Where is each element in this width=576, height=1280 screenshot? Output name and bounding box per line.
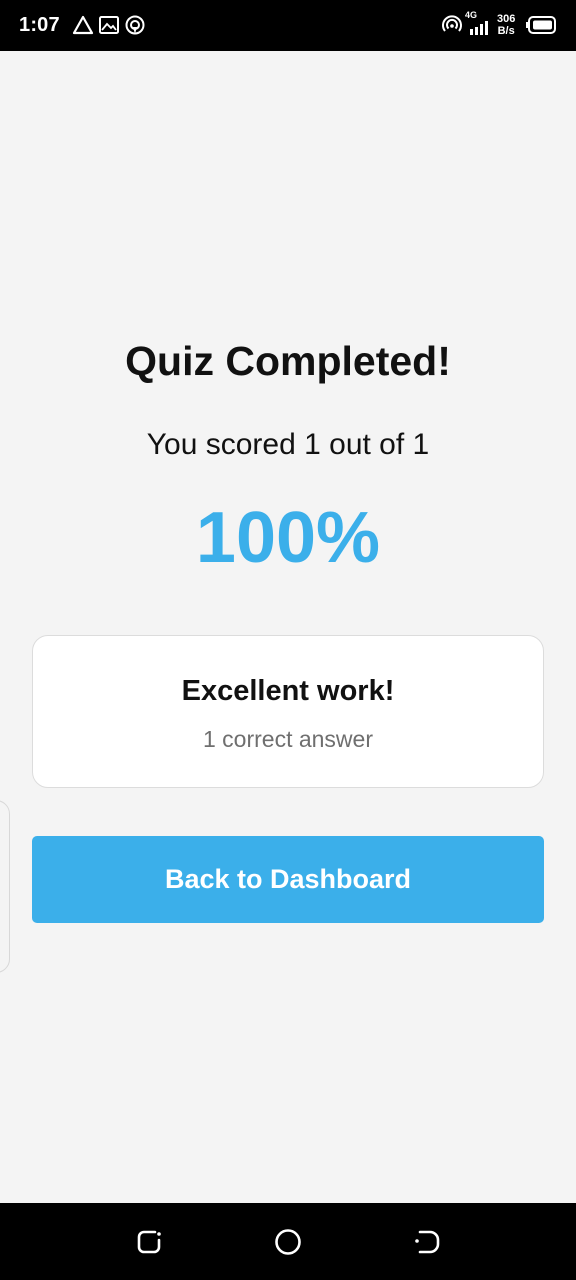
network-type: 4G (465, 10, 478, 20)
notification-icons (72, 14, 146, 41)
system-nav-bar (0, 1203, 576, 1280)
feedback-subtext: 1 correct answer (202, 726, 373, 752)
score-summary: You scored 1 out of 1 (146, 428, 430, 461)
recent-apps-icon[interactable] (135, 1227, 165, 1257)
network-speed-unit: B/s (497, 25, 515, 37)
page-title: Quiz Completed! (125, 338, 451, 384)
network-speed-value: 306 (497, 13, 516, 25)
score-percentage: 100% (195, 498, 381, 578)
back-icon[interactable] (412, 1227, 442, 1257)
feedback-heading: Excellent work! (181, 675, 395, 707)
image-icon (98, 15, 120, 40)
feedback-card: Excellent work! 1 correct answer (32, 635, 544, 788)
status-bar: 1:07 4G 306 B/s (0, 0, 576, 51)
alert-triangle-icon (72, 15, 94, 40)
hotspot-icon (441, 14, 463, 41)
signal-icon (470, 21, 490, 40)
hotspot-icon (124, 14, 146, 41)
home-icon[interactable] (273, 1227, 303, 1257)
status-time: 1:07 (19, 14, 60, 36)
back-to-dashboard-button[interactable]: Back to Dashboard (32, 836, 544, 923)
battery-icon (525, 16, 557, 39)
side-edge-handle[interactable] (0, 800, 10, 973)
network-speed: 306 B/s (497, 13, 515, 37)
